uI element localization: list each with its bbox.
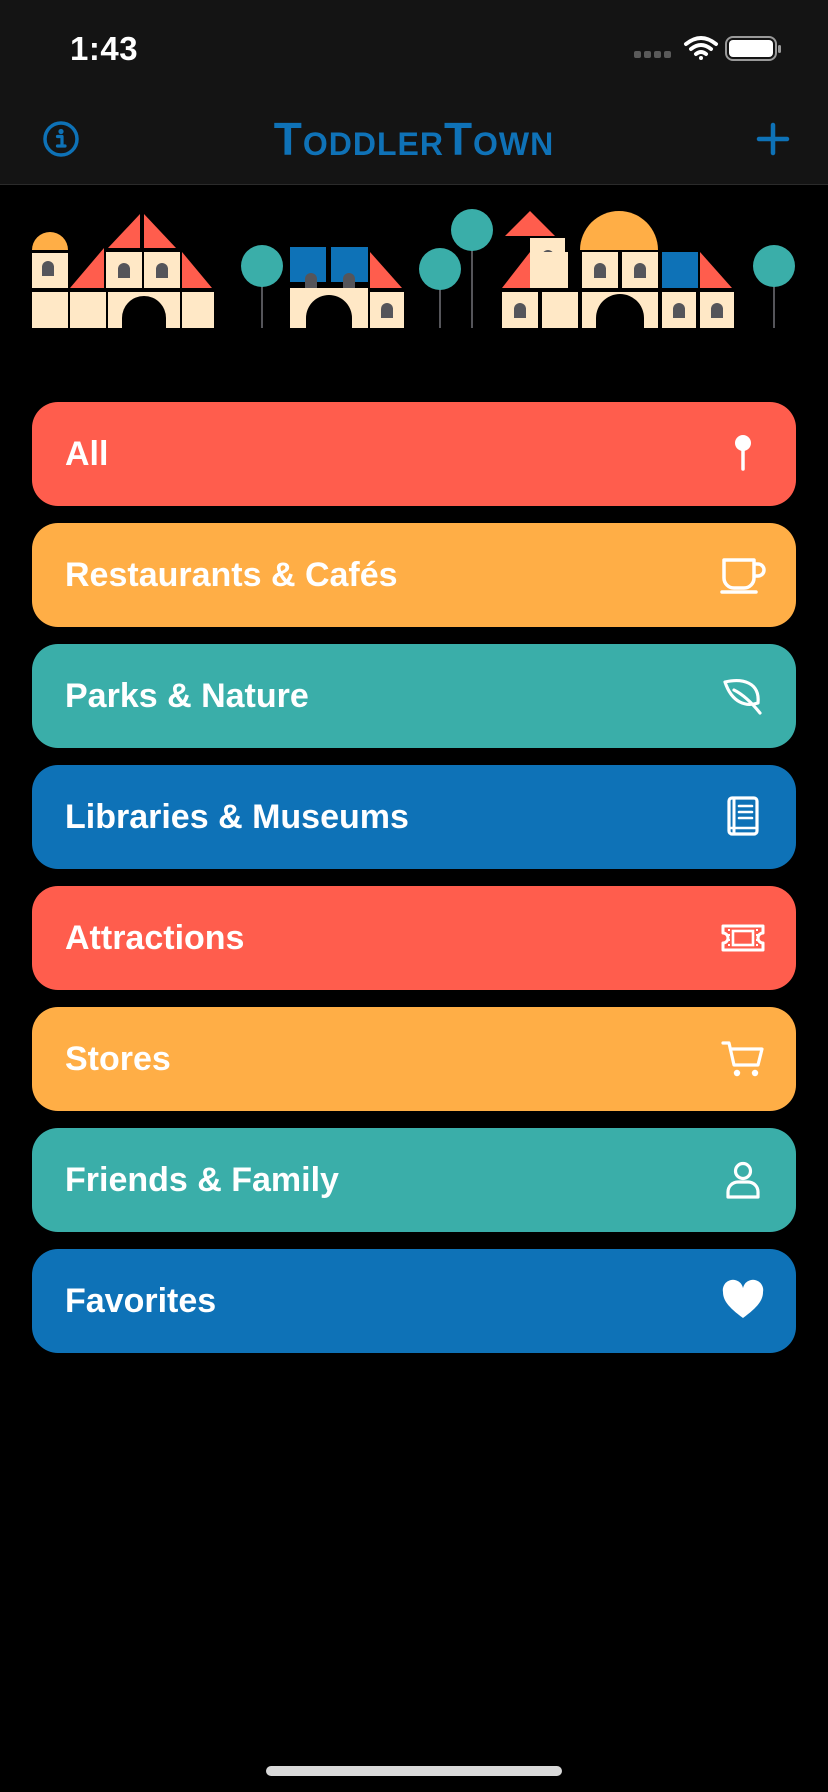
heart-icon	[720, 1278, 766, 1324]
category-label: Parks & Nature	[65, 676, 309, 715]
book-icon	[720, 794, 766, 840]
town-skyline-illustration	[32, 209, 795, 328]
status-time: 1:43	[70, 30, 139, 67]
status-indicators	[634, 36, 781, 61]
person-icon	[720, 1157, 766, 1203]
battery-icon	[725, 36, 781, 61]
category-label: Libraries & Museums	[65, 797, 409, 836]
category-row-restaurants[interactable]: Restaurants & Cafés	[32, 523, 796, 627]
cellular-signal-icon	[634, 51, 671, 58]
leaf-icon	[720, 673, 766, 719]
add-button[interactable]	[748, 114, 798, 164]
wifi-icon	[684, 36, 718, 60]
category-row-libraries[interactable]: Libraries & Museums	[32, 765, 796, 869]
category-row-parks[interactable]: Parks & Nature	[32, 644, 796, 748]
map-pin-icon	[720, 431, 766, 477]
plus-icon	[756, 122, 790, 156]
building-cluster-middle	[290, 209, 493, 328]
building-cluster-left	[32, 214, 283, 328]
category-row-friends-family[interactable]: Friends & Family	[32, 1128, 796, 1232]
category-label: Attractions	[65, 918, 245, 957]
category-label: Stores	[65, 1039, 171, 1078]
category-label: Favorites	[65, 1281, 217, 1320]
category-list: All Restaurants & Cafés Parks & Nature L…	[32, 402, 796, 1370]
category-row-attractions[interactable]: Attractions	[32, 886, 796, 990]
ticket-icon	[720, 915, 766, 961]
home-indicator[interactable]	[266, 1766, 562, 1776]
navigation-bar: ToddlerTown	[0, 92, 828, 185]
category-label: Restaurants & Cafés	[65, 555, 398, 594]
category-row-stores[interactable]: Stores	[32, 1007, 796, 1111]
category-label: All	[65, 434, 109, 473]
category-label: Friends & Family	[65, 1160, 339, 1199]
status-bar: 1:43	[0, 0, 828, 92]
building-cluster-right	[502, 211, 795, 328]
app-title: ToddlerTown	[273, 113, 555, 165]
coffee-cup-icon	[720, 552, 766, 598]
cart-icon	[720, 1036, 766, 1082]
category-row-favorites[interactable]: Favorites	[32, 1249, 796, 1353]
category-row-all[interactable]: All	[32, 402, 796, 506]
